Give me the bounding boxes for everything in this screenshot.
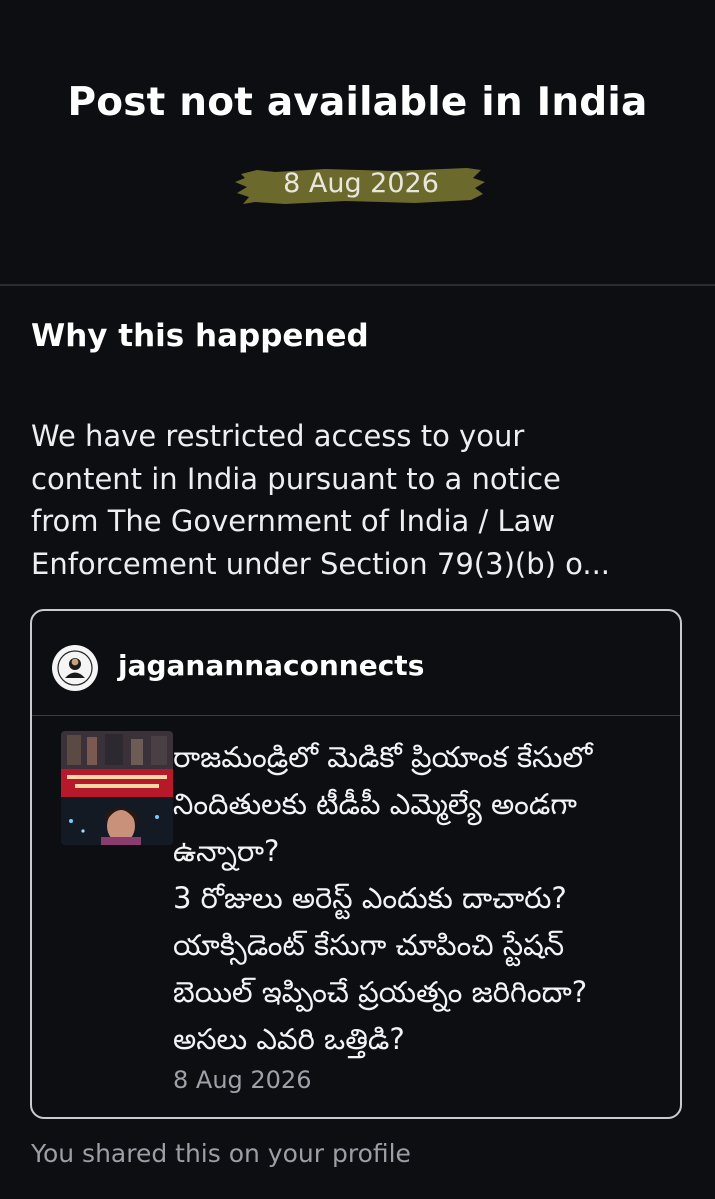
reason-line: Enforcement under Section 79(3)(b) o... bbox=[31, 546, 611, 581]
why-heading: Why this happened bbox=[31, 318, 369, 354]
caption-line: నిందితులకు టీడీపీ ఎమ్మెల్యే అండగా bbox=[173, 787, 578, 821]
restricted-post-card[interactable]: jaganannaconnects రాజమండ్రిలో మెడికో ప్ర… bbox=[30, 609, 682, 1119]
shared-note: You shared this on your profile bbox=[31, 1139, 411, 1168]
header-section: Post not available in India 8 Aug 2026 bbox=[0, 0, 715, 284]
caption-line: 3 రోజులు అరెస్ట్ ఎందుకు దాచారు? bbox=[173, 881, 567, 915]
caption-line: ఉన్నారా? bbox=[173, 834, 280, 868]
profile-logo-icon[interactable] bbox=[52, 645, 98, 691]
caption-line: అసలు ఎవరి ఒత్తిడి? bbox=[173, 1022, 405, 1056]
reason-line: content in India pursuant to a notice bbox=[31, 461, 561, 496]
section-divider bbox=[0, 284, 715, 286]
reason-line: from The Government of India / Law bbox=[31, 504, 556, 538]
news-thumbnail-image[interactable] bbox=[61, 731, 173, 845]
post-date: 8 Aug 2026 bbox=[173, 1066, 312, 1094]
caption-line: రాజమండ్రిలో మెడికో ప్రియాంక కేసులో bbox=[173, 740, 593, 774]
card-header: jaganannaconnects bbox=[32, 611, 680, 716]
date-highlight: 8 Aug 2026 bbox=[235, 160, 487, 210]
header-date: 8 Aug 2026 bbox=[283, 168, 439, 199]
post-caption: రాజమండ్రిలో మెడికో ప్రియాంక కేసులో నింది… bbox=[173, 734, 678, 1063]
caption-line: యాక్సిడెంట్ కేసుగా చూపించి స్టేషన్ bbox=[173, 928, 565, 962]
username[interactable]: jaganannaconnects bbox=[118, 649, 424, 682]
caption-line: బెయిల్ ఇప్పించే ప్రయత్నం జరిగిందా? bbox=[173, 975, 588, 1009]
page-title: Post not available in India bbox=[67, 80, 648, 125]
restriction-reason[interactable]: We have restricted access to your conten… bbox=[31, 415, 701, 585]
reason-line: We have restricted access to your bbox=[31, 419, 525, 453]
